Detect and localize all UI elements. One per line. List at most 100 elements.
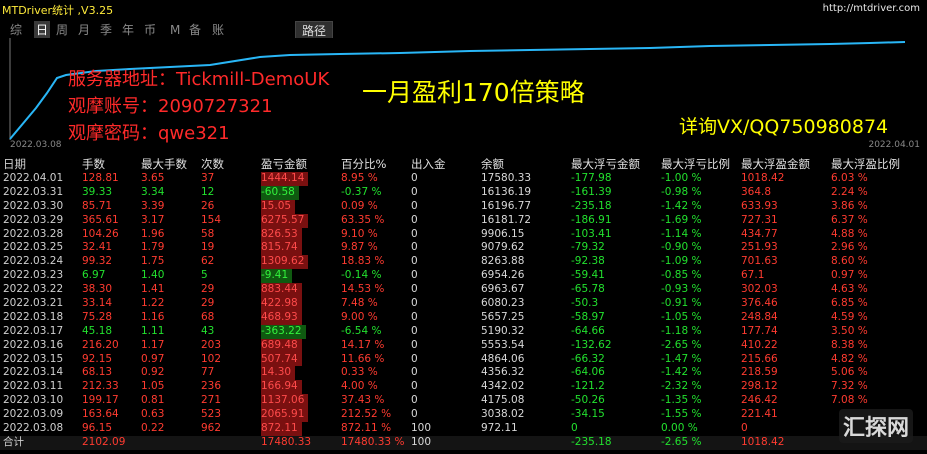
cell-count: 236 xyxy=(201,380,222,393)
cell-date: 2022.03.29 xyxy=(3,213,64,226)
cell-balance: 8263.88 xyxy=(481,255,525,268)
cell-lots: 128.81 xyxy=(82,172,119,184)
cell-max-float-profit: 633.93 xyxy=(741,199,778,212)
tab-2[interactable]: 周 xyxy=(56,21,68,39)
cell-max-float-loss-pct: -1.69 % xyxy=(661,213,702,226)
cell-pnl: 815.74 xyxy=(261,241,302,256)
cell-max-float-loss: -50.3 xyxy=(571,297,599,310)
tab-7[interactable]: M xyxy=(170,21,180,39)
cell-percent: -0.37 % xyxy=(341,185,382,198)
cell-max-float-profit-pct: 6.85 % xyxy=(831,297,868,310)
cell-max-float-profit: 701.63 xyxy=(741,255,778,268)
cell-percent: 37.43 % xyxy=(341,394,385,407)
cell-pnl: 689.48 xyxy=(261,338,302,353)
cell-percent: 872.11 % xyxy=(341,422,392,435)
cell-max-lots: 3.65 xyxy=(141,172,165,184)
cell-max-float-profit: 0 xyxy=(741,422,748,435)
cell-max-float-profit-pct: 4.63 % xyxy=(831,283,868,296)
cell-count: 12 xyxy=(201,185,215,198)
table-row: 2022.03.16 216.20 1.17 203 689.48 14.17 % 0 555… xyxy=(0,338,927,353)
cell-percent: 4.00 % xyxy=(341,380,378,393)
cell-max-float-profit: 248.84 xyxy=(741,310,778,323)
cell-count: 962 xyxy=(201,422,222,435)
tab-6[interactable]: 币 xyxy=(144,21,156,39)
cell-max-float-loss-pct: -2.65 % xyxy=(661,435,702,448)
table-row: 2022.03.22 38.30 1.41 29 883.44 14.53 % 0 6963.… xyxy=(0,283,927,298)
cell-pnl: 468.93 xyxy=(261,310,302,325)
cell-count: 102 xyxy=(201,352,222,365)
cell-max-lots: 1.11 xyxy=(141,324,165,337)
cell-balance: 9079.62 xyxy=(481,241,525,254)
cell-max-float-profit: 251.93 xyxy=(741,241,778,254)
tab-3[interactable]: 月 xyxy=(78,21,90,39)
cell-deposit: 0 xyxy=(411,324,418,337)
table-row: 2022.03.24 99.32 1.75 62 1309.62 18.83 % 0 8263… xyxy=(0,255,927,270)
cell-pnl: 1444.14 xyxy=(261,172,309,186)
tab-4[interactable]: 季 xyxy=(100,21,112,39)
cell-max-float-loss: -177.98 xyxy=(571,172,612,184)
watermark-logo: 汇探网 xyxy=(838,409,913,443)
chart-end-date: 2022.04.01 xyxy=(868,140,920,150)
cell-max-float-profit-pct: 8.38 % xyxy=(831,338,868,351)
cell-max-lots: 1.75 xyxy=(141,255,165,268)
cell-max-lots: 1.22 xyxy=(141,297,165,310)
cell-pnl: 15.05 xyxy=(261,199,296,214)
cell-max-float-loss-pct: -0.93 % xyxy=(661,283,702,296)
website-link[interactable]: http://mtdriver.com xyxy=(823,3,920,14)
cell-date: 2022.04.01 xyxy=(3,172,64,184)
cell-count: 26 xyxy=(201,199,215,212)
cell-max-float-loss: -50.26 xyxy=(571,394,605,407)
table-total-row: 合计 2102.09 17480.33 17480.33 % 100 -235.18 -2.… xyxy=(0,435,927,450)
tab-1[interactable]: 日 xyxy=(34,21,51,39)
cell-max-float-profit: 1018.42 xyxy=(741,172,785,184)
cell-date: 2022.03.25 xyxy=(3,241,64,254)
cell-count: 523 xyxy=(201,408,222,421)
cell-count: 5 xyxy=(201,269,208,282)
cell-pnl: 872.11 xyxy=(261,422,302,436)
cell-balance: 4175.08 xyxy=(481,394,525,407)
cell-percent: 11.66 % xyxy=(341,352,385,365)
cell-max-lots: 1.17 xyxy=(141,338,165,351)
cell-balance: 17580.33 xyxy=(481,172,532,184)
cell-pnl: 826.53 xyxy=(261,227,302,242)
cell-percent: 百分比% xyxy=(341,157,387,171)
cell-max-float-profit: 218.59 xyxy=(741,366,778,379)
cell-balance: 6963.67 xyxy=(481,283,525,296)
tab-5[interactable]: 年 xyxy=(122,21,134,39)
cell-max-float-profit-pct: 最大浮盈比例 xyxy=(831,157,900,171)
cell-deposit: 0 xyxy=(411,283,418,296)
cell-deposit: 0 xyxy=(411,227,418,240)
cell-date: 2022.03.22 xyxy=(3,283,64,296)
window-title: MTDriver统计 ,V3.25 xyxy=(2,4,114,17)
cell-lots: 45.18 xyxy=(82,324,113,337)
chart-start-date: 2022.03.08 xyxy=(10,140,62,150)
cell-lots: 365.61 xyxy=(82,213,119,226)
cell-max-float-profit-pct: 7.32 % xyxy=(831,380,868,393)
cell-balance: 5190.32 xyxy=(481,324,525,337)
cell-deposit: 0 xyxy=(411,394,418,407)
cell-max-float-loss-pct: -1.42 % xyxy=(661,199,702,212)
tab-8[interactable]: 备 xyxy=(189,21,201,39)
cell-pnl: 14.30 xyxy=(261,366,296,381)
cell-max-float-loss-pct: -2.32 % xyxy=(661,380,702,393)
tab-0[interactable]: 综 xyxy=(10,21,22,39)
cell-count: 58 xyxy=(201,227,215,240)
cell-percent: 9.87 % xyxy=(341,241,378,254)
cell-balance: 16136.19 xyxy=(481,185,532,198)
cell-max-float-loss-pct: -0.85 % xyxy=(661,269,702,282)
cell-date: 2022.03.24 xyxy=(3,255,64,268)
cell-deposit: 0 xyxy=(411,269,418,282)
cell-deposit: 0 xyxy=(411,297,418,310)
cell-deposit: 出入金 xyxy=(411,157,446,171)
cell-max-float-loss-pct: -1.47 % xyxy=(661,352,702,365)
cell-max-lots: 0.22 xyxy=(141,422,165,435)
cell-pnl: 1309.62 xyxy=(261,255,309,270)
cell-date: 2022.03.14 xyxy=(3,366,64,379)
table-row: 2022.03.18 75.28 1.16 68 468.93 9.00 % 0 5657.2… xyxy=(0,310,927,325)
cell-date: 2022.03.21 xyxy=(3,297,64,310)
cell-max-float-loss: -64.06 xyxy=(571,366,605,379)
cell-max-float-profit-pct: 3.50 % xyxy=(831,324,868,337)
cell-deposit: 100 xyxy=(411,435,432,448)
cell-deposit: 0 xyxy=(411,338,418,351)
cell-max-float-loss: -59.41 xyxy=(571,269,605,282)
